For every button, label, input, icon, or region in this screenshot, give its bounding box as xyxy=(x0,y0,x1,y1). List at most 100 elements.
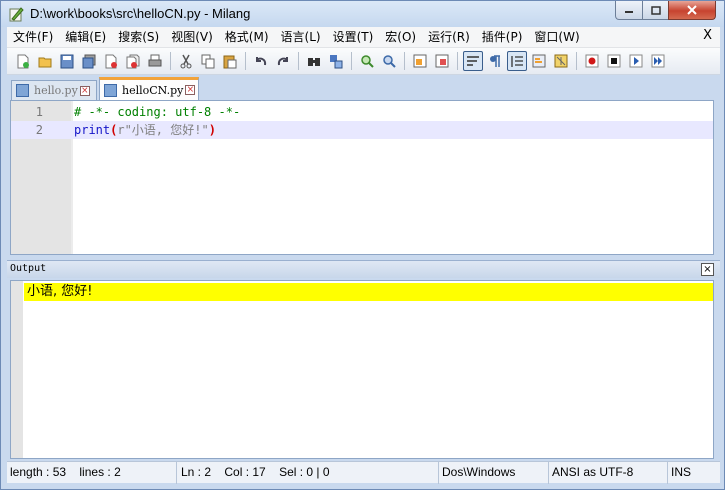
folder-as-workspace-icon xyxy=(532,54,546,67)
zoom-in-icon xyxy=(361,54,374,68)
status-encoding[interactable]: ANSI as UTF-8 xyxy=(549,461,668,484)
close-all-button[interactable] xyxy=(123,51,143,71)
close-icon xyxy=(687,5,697,15)
find-button[interactable] xyxy=(304,51,324,71)
close-tab-icon[interactable]: × xyxy=(185,85,196,95)
paste-icon xyxy=(223,55,237,68)
document-tab-bar: hello.py × helloCN.py × xyxy=(7,76,720,100)
play-macro-button[interactable] xyxy=(626,51,646,71)
show-all-chars-button[interactable] xyxy=(485,51,505,71)
file-icon xyxy=(104,83,117,97)
status-insert-mode[interactable]: INS xyxy=(668,462,718,484)
status-ln: Ln : 2 xyxy=(181,464,212,479)
menu-language[interactable]: 语言(L) xyxy=(275,27,327,47)
maximize-icon xyxy=(650,5,661,15)
stop-macro-button[interactable] xyxy=(604,51,624,71)
code-comment: # -*- coding: utf-8 -*- xyxy=(74,105,241,119)
save-icon xyxy=(60,54,74,68)
code-paren-close: ) xyxy=(208,123,216,137)
replace-icon xyxy=(330,54,343,68)
status-eol[interactable]: Dos\Windows xyxy=(439,461,549,484)
replace-button[interactable] xyxy=(326,51,346,71)
status-lines: lines : 2 xyxy=(79,464,121,479)
app-logo-icon xyxy=(9,7,24,22)
close-all-icon xyxy=(126,54,140,68)
menu-plugins[interactable]: 插件(P) xyxy=(476,27,529,47)
indent-guide-icon xyxy=(511,55,523,67)
menu-view[interactable]: 视图(V) xyxy=(165,27,219,47)
close-icon xyxy=(105,54,117,68)
sync-horizontal-icon xyxy=(435,54,449,67)
menu-format[interactable]: 格式(M) xyxy=(219,27,275,47)
redo-icon xyxy=(277,56,288,65)
minimize-button[interactable] xyxy=(615,1,643,20)
undo-icon xyxy=(256,56,267,65)
code-editor[interactable]: 1 # -*- coding: utf-8 -*- 2 print(r"小语, … xyxy=(10,100,714,255)
print-icon xyxy=(148,54,162,66)
zoom-in-button[interactable] xyxy=(357,51,377,71)
output-gutter xyxy=(11,281,23,458)
menu-search[interactable]: 搜索(S) xyxy=(112,27,165,47)
menu-edit[interactable]: 编辑(E) xyxy=(59,27,112,47)
run-macro-multiple-icon xyxy=(651,54,665,67)
save-button[interactable] xyxy=(57,51,77,71)
toolbar-separator xyxy=(298,52,299,70)
status-length: length : 53 xyxy=(10,464,67,479)
file-icon xyxy=(16,84,29,97)
status-bar: length : 53 lines : 2 Ln : 2 Col : 17 Se… xyxy=(7,461,720,484)
open-file-button[interactable] xyxy=(35,51,55,71)
document-map-button[interactable] xyxy=(551,51,571,71)
menu-file[interactable]: 文件(F) xyxy=(7,27,59,47)
line-number: 2 xyxy=(35,123,43,137)
sync-vertical-icon xyxy=(413,54,427,67)
sync-vertical-button[interactable] xyxy=(410,51,430,71)
paste-button[interactable] xyxy=(220,51,240,71)
copy-button[interactable] xyxy=(198,51,218,71)
code-line: 1 # -*- coding: utf-8 -*- xyxy=(11,103,713,121)
document-map-icon xyxy=(554,54,568,67)
status-sel: Sel : 0 | 0 xyxy=(279,464,330,479)
redo-button[interactable] xyxy=(273,51,293,71)
code-statement: print(r"小语, 您好!") xyxy=(74,121,216,139)
new-file-icon xyxy=(17,54,29,68)
output-console[interactable]: 小语, 您好! xyxy=(10,280,714,459)
print-button[interactable] xyxy=(145,51,165,71)
cut-button[interactable] xyxy=(176,51,196,71)
output-close-button[interactable]: × xyxy=(701,263,714,276)
indent-guide-button[interactable] xyxy=(507,51,527,71)
code-keyword: print xyxy=(74,123,111,137)
tab-hellocn-py[interactable]: helloCN.py × xyxy=(99,77,199,100)
menu-run[interactable]: 运行(R) xyxy=(422,27,476,47)
output-panel-header: Output × xyxy=(7,260,720,278)
output-panel-title: Output xyxy=(10,263,47,274)
close-window-button[interactable] xyxy=(668,1,716,20)
menu-macro[interactable]: 宏(O) xyxy=(379,27,422,47)
new-file-button[interactable] xyxy=(13,51,33,71)
save-all-icon xyxy=(82,54,96,68)
close-file-button[interactable] xyxy=(101,51,121,71)
zoom-out-button[interactable] xyxy=(379,51,399,71)
output-line: 小语, 您好! xyxy=(24,283,713,301)
run-macro-multiple-button[interactable] xyxy=(648,51,668,71)
folder-as-workspace-button[interactable] xyxy=(529,51,549,71)
code-string: r"小语, 您好!" xyxy=(117,123,209,137)
undo-button[interactable] xyxy=(251,51,271,71)
maximize-button[interactable] xyxy=(642,1,669,20)
find-icon xyxy=(308,57,320,66)
play-macro-icon xyxy=(629,54,643,67)
record-macro-button[interactable] xyxy=(582,51,602,71)
tab-hello-py[interactable]: hello.py × xyxy=(11,80,97,100)
menu-settings[interactable]: 设置(T) xyxy=(327,27,380,47)
close-document-button[interactable]: X xyxy=(703,28,712,43)
status-col: Col : 17 xyxy=(224,464,266,479)
close-tab-icon[interactable]: × xyxy=(79,85,90,96)
sync-horizontal-button[interactable] xyxy=(432,51,452,71)
minimize-icon xyxy=(625,11,633,13)
toolbar-separator xyxy=(457,52,458,70)
word-wrap-icon xyxy=(467,55,479,66)
save-all-button[interactable] xyxy=(79,51,99,71)
menu-window[interactable]: 窗口(W) xyxy=(528,27,585,47)
word-wrap-button[interactable] xyxy=(463,51,483,71)
title-bar[interactable]: D:\work\books\src\helloCN.py - Milang xyxy=(1,1,724,27)
tab-label: helloCN.py xyxy=(122,83,184,97)
